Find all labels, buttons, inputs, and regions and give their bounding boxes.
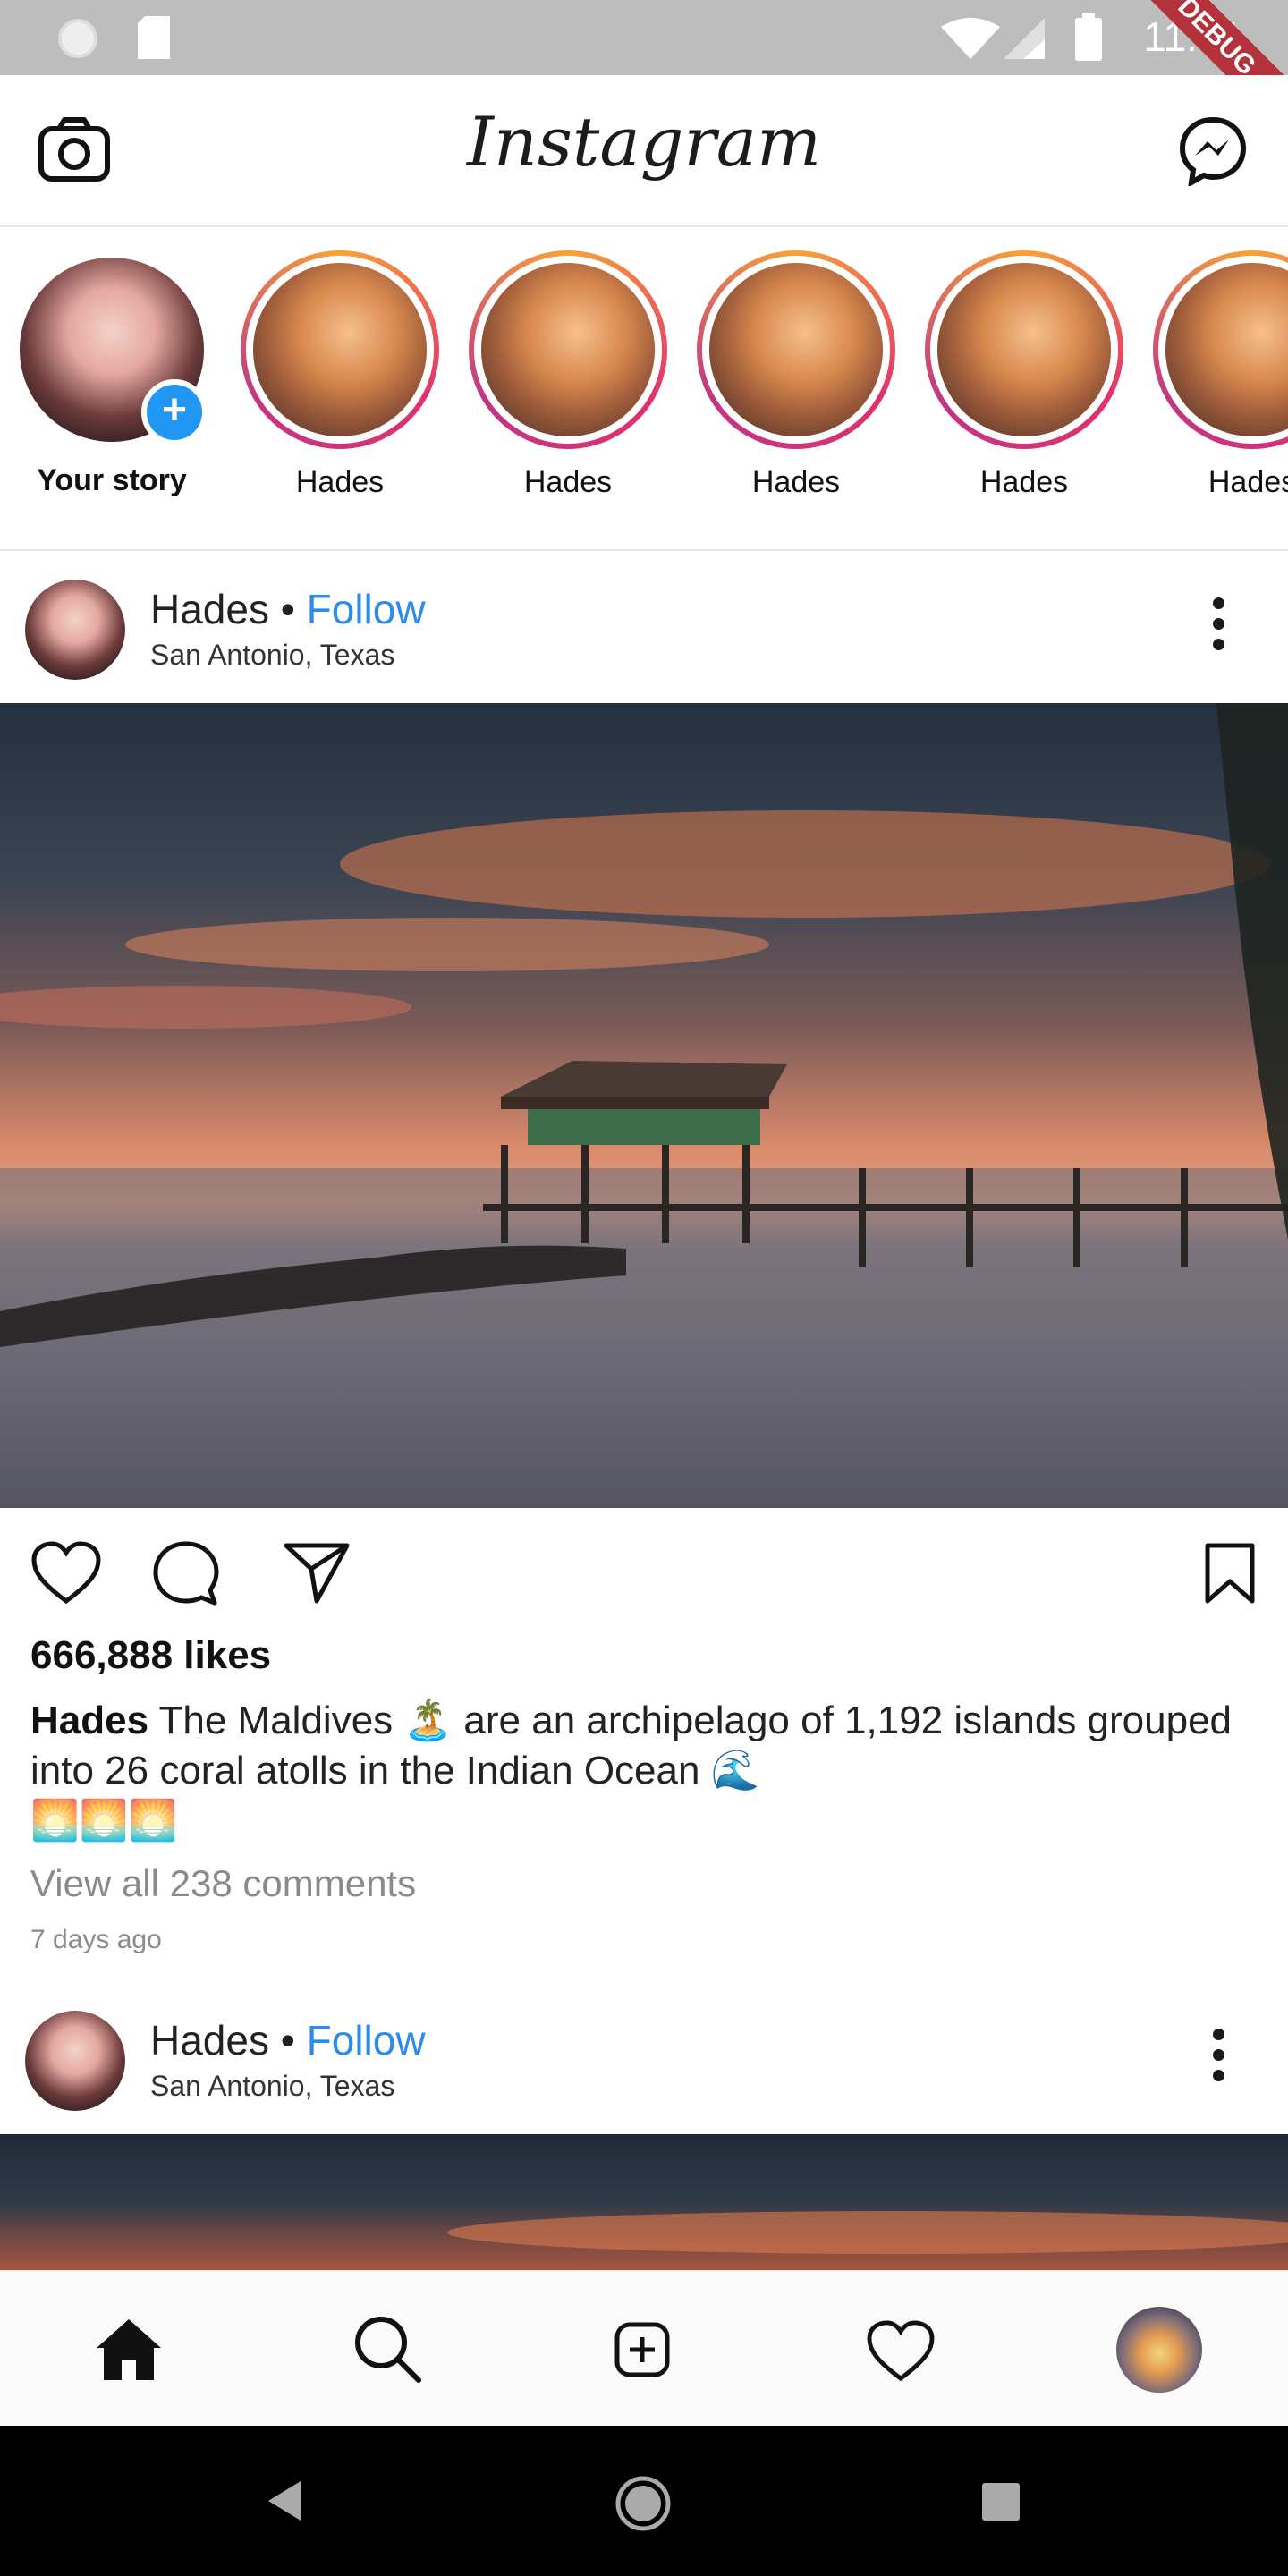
story-label: Your story [37, 463, 187, 497]
sync-icon [58, 19, 97, 58]
avatar: + [20, 258, 208, 445]
follow-button[interactable]: Follow [307, 586, 426, 632]
caption-text: The Maldives 🏝️ are an archipelago of 1,… [30, 1699, 1233, 1792]
app-bar: Instagram [0, 75, 1288, 227]
profile-avatar[interactable] [1116, 2307, 1202, 2393]
story-label: Hades [523, 465, 613, 499]
story-ring [925, 250, 1123, 449]
post-header: Hades • Follow San Antonio, Texas [0, 553, 1288, 701]
avatar [1165, 263, 1288, 436]
avatar[interactable] [25, 2011, 125, 2111]
story-label: Hades [295, 465, 385, 499]
more-options-icon[interactable] [1213, 2029, 1225, 2082]
story-item[interactable]: Hades [465, 250, 671, 500]
post-location[interactable]: San Antonio, Texas [150, 639, 394, 672]
add-post-icon[interactable] [614, 2321, 671, 2378]
story-item[interactable]: Hades [1149, 250, 1288, 500]
avatar [937, 263, 1111, 436]
post-header: Hades • Follow San Antonio, Texas [0, 1984, 1288, 2132]
post-username[interactable]: Hades [150, 2017, 269, 2063]
home-circle-icon[interactable] [614, 2474, 673, 2533]
home-icon[interactable] [93, 2316, 165, 2384]
comment-icon[interactable] [152, 1540, 220, 1608]
story-item[interactable]: Hades [237, 250, 443, 500]
story-label: Hades [751, 465, 841, 499]
story-ring [241, 250, 439, 449]
battery-icon [1075, 13, 1102, 61]
share-icon[interactable] [283, 1542, 351, 1605]
avatar [709, 263, 883, 436]
back-icon[interactable] [265, 2479, 304, 2522]
stories-bar: + Your story Hades Hades Hades Hades Had… [0, 227, 1288, 551]
story-item[interactable]: Hades [921, 250, 1127, 500]
app-title: Instagram [466, 102, 822, 182]
recents-icon[interactable] [980, 2481, 1021, 2522]
post-photo[interactable] [0, 703, 1288, 1508]
add-story-icon[interactable]: + [141, 379, 208, 445]
caption-emojis: 🌅🌅🌅 [30, 1799, 178, 1843]
avatar[interactable] [25, 580, 125, 680]
post-location[interactable]: San Antonio, Texas [150, 2070, 394, 2103]
view-comments-link[interactable]: View all 238 comments [30, 1862, 416, 1905]
status-bar: 11:41 DEBUG [0, 0, 1288, 147]
search-icon[interactable] [352, 2314, 422, 2384]
story-item[interactable]: Hades [693, 250, 899, 500]
sunset-image [447, 2211, 1288, 2254]
post-photo[interactable] [0, 2134, 1288, 2270]
story-label: Hades [979, 465, 1069, 499]
messenger-icon[interactable] [1177, 114, 1249, 186]
sd-card-icon [138, 16, 170, 59]
story-your-story[interactable]: + Your story [9, 250, 215, 498]
wifi-icon [941, 18, 1000, 59]
more-options-icon[interactable] [1213, 597, 1225, 651]
avatar [253, 263, 427, 436]
post-timestamp: 7 days ago [30, 1925, 162, 1954]
signal-icon [1004, 18, 1045, 59]
post-username[interactable]: Hades [150, 586, 269, 632]
story-ring [1153, 250, 1288, 449]
system-nav-bar [0, 2426, 1288, 2576]
activity-heart-icon[interactable] [866, 2319, 936, 2382]
post-username-line: Hades • Follow [150, 2016, 426, 2064]
post-caption: Hades The Maldives 🏝️ are an archipelago… [30, 1696, 1265, 1846]
sunset-pier-image [0, 703, 1288, 1508]
story-label: Hades [1208, 465, 1288, 499]
likes-count[interactable]: 666,888 likes [30, 1633, 271, 1678]
separator-dot: • [280, 586, 295, 632]
caption-username[interactable]: Hades [30, 1699, 148, 1742]
bottom-nav [0, 2270, 1288, 2427]
post-username-line: Hades • Follow [150, 585, 426, 633]
story-ring [469, 250, 667, 449]
like-heart-icon[interactable] [30, 1540, 102, 1605]
separator-dot: • [280, 2017, 295, 2063]
follow-button[interactable]: Follow [307, 2017, 426, 2063]
story-ring [697, 250, 895, 449]
bookmark-icon[interactable] [1204, 1542, 1256, 1605]
avatar [481, 263, 655, 436]
